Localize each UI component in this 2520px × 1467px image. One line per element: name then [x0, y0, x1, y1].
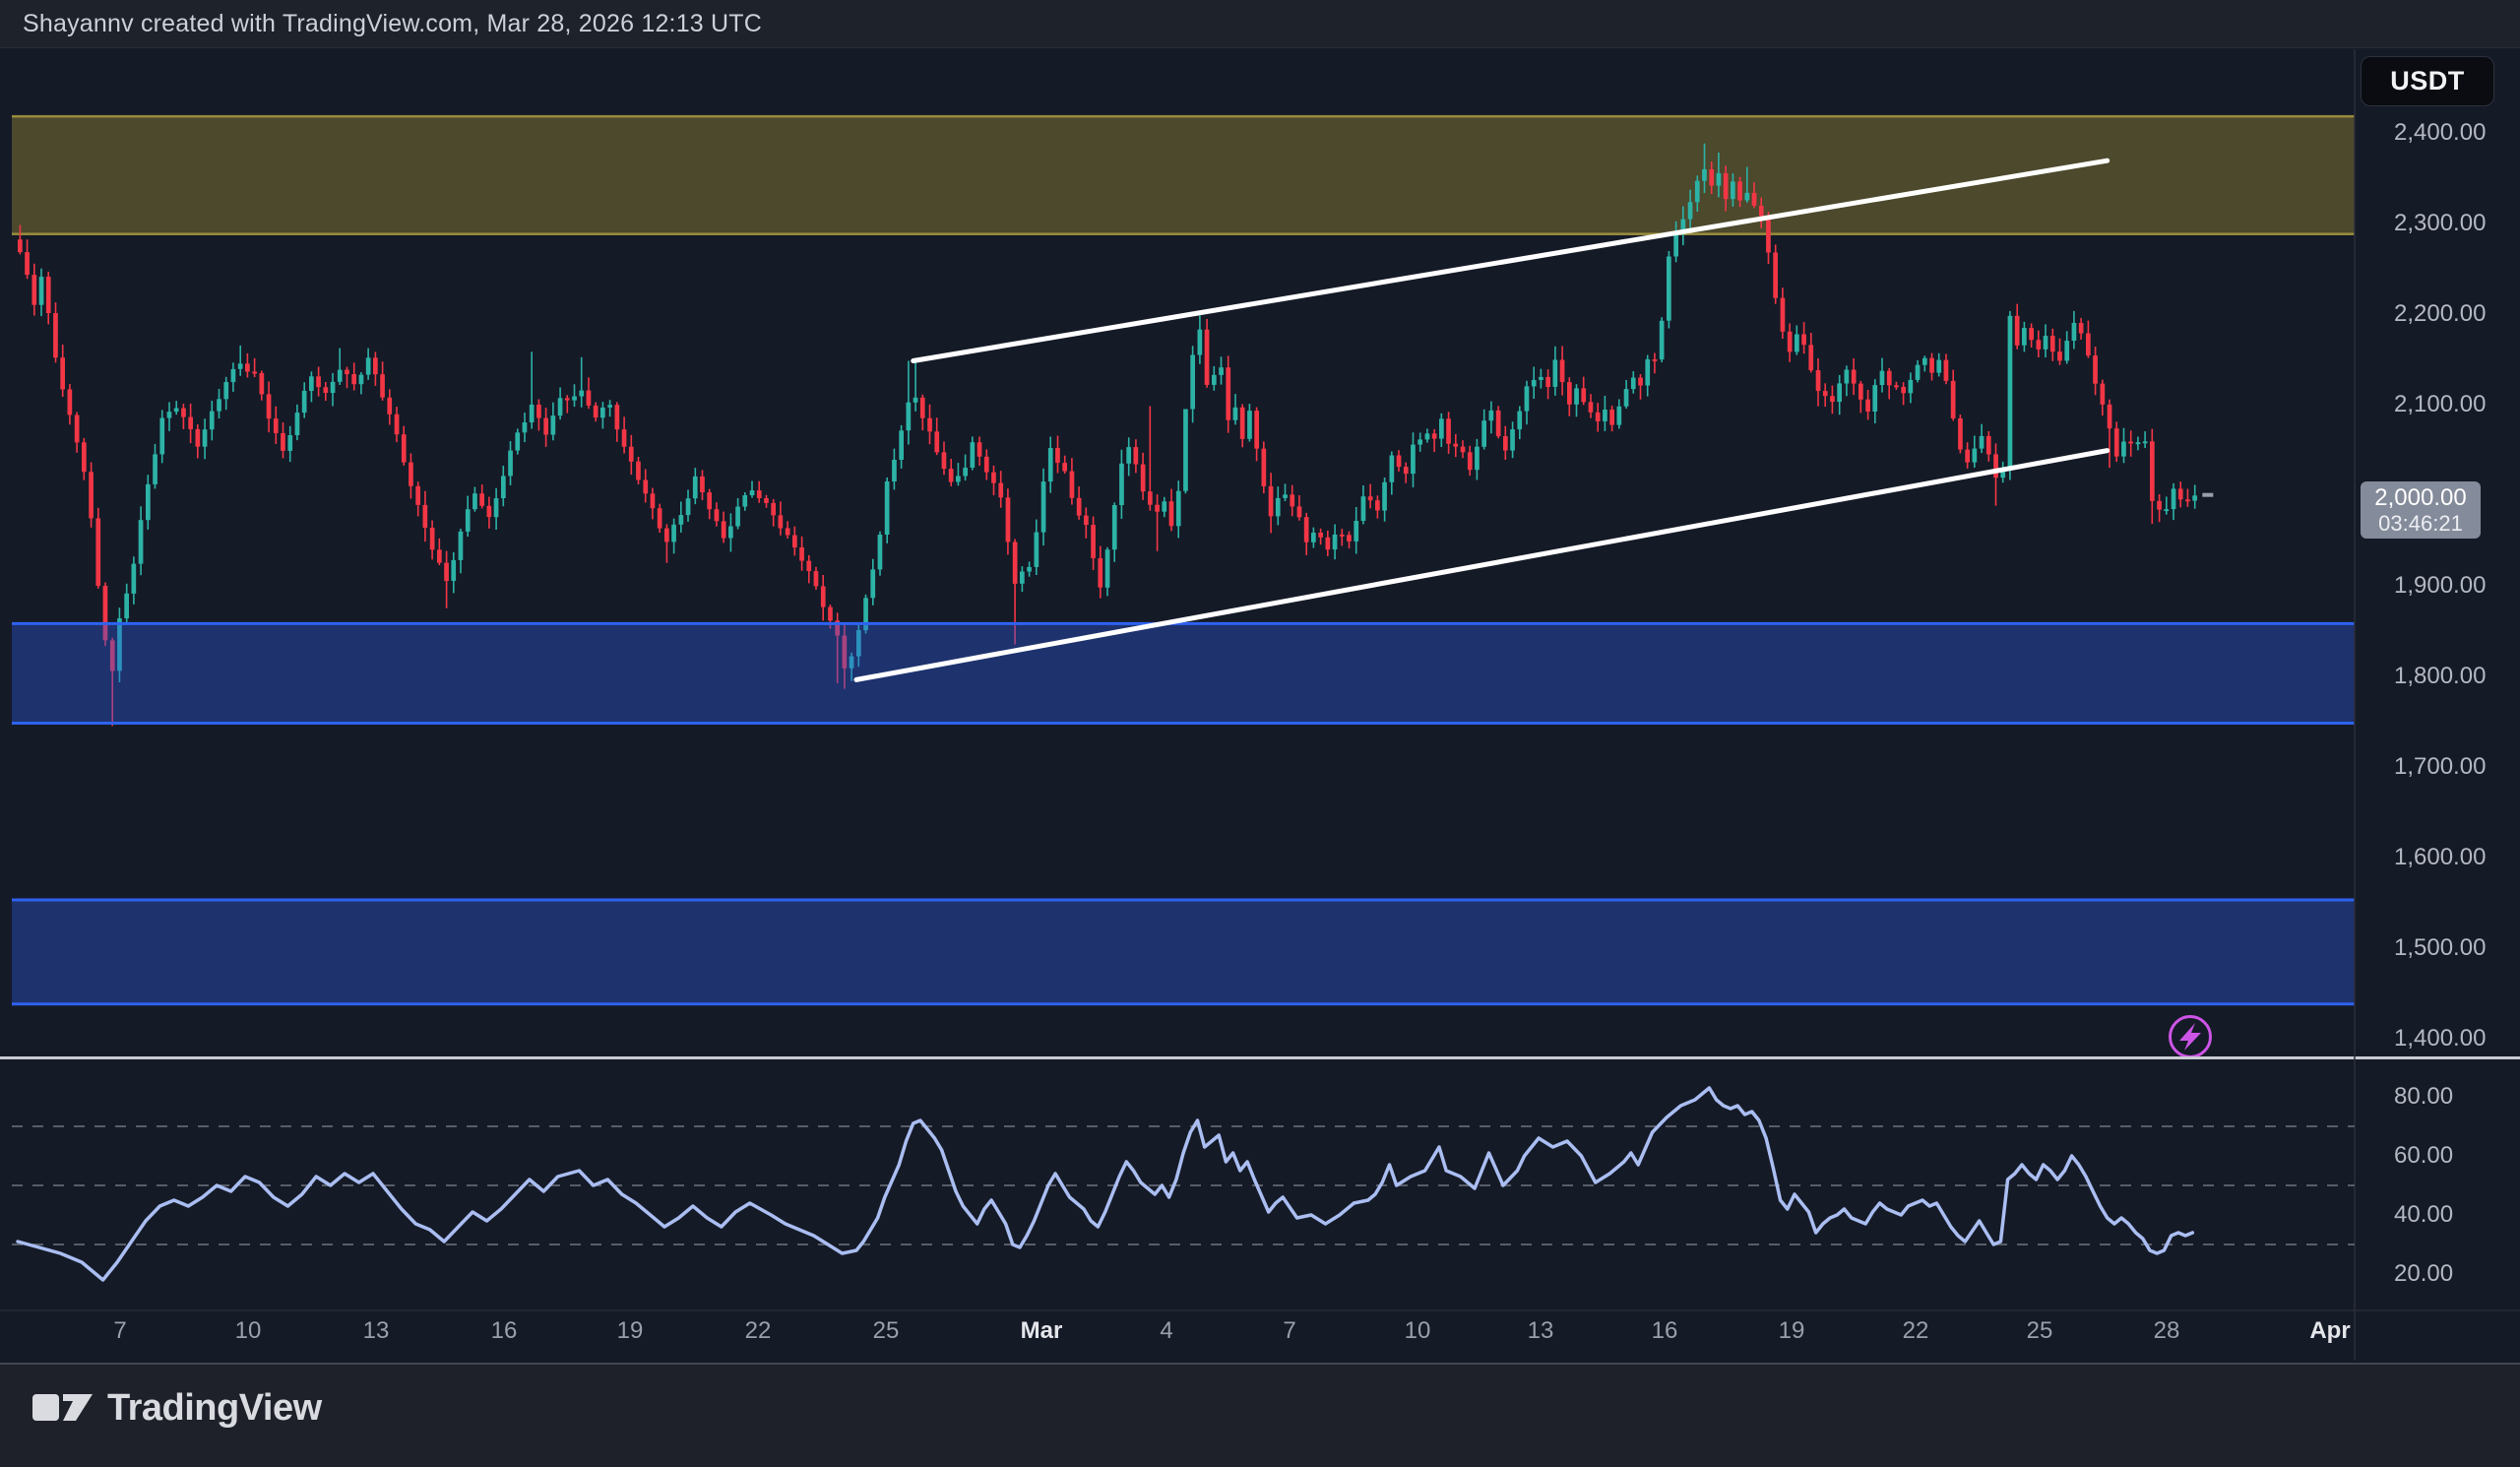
demand-zone-upper[interactable]	[12, 623, 2355, 723]
candle-countdown-timer: 03:46:21	[2378, 511, 2463, 536]
tradingview-logo[interactable]: TradingView	[32, 1384, 322, 1432]
rsi-line	[18, 1088, 2192, 1280]
demand-zone-lower[interactable]	[12, 900, 2355, 1004]
pane-separator[interactable]	[0, 1056, 2520, 1059]
tradingview-logo-icon	[32, 1384, 94, 1432]
tradingview-brand-text: TradingView	[107, 1387, 322, 1430]
current-price-badge[interactable]: 2,000.00 03:46:21	[2361, 481, 2481, 539]
quote-currency-toggle[interactable]: USDT	[2361, 56, 2494, 106]
supply-zone[interactable]	[12, 116, 2355, 234]
flash-lightning-button[interactable]	[2171, 1017, 2211, 1057]
quote-currency-label: USDT	[2390, 66, 2465, 96]
chart-canvas[interactable]	[0, 0, 2520, 1465]
current-price-value: 2,000.00	[2374, 484, 2466, 512]
last-price-dash	[2202, 493, 2213, 497]
